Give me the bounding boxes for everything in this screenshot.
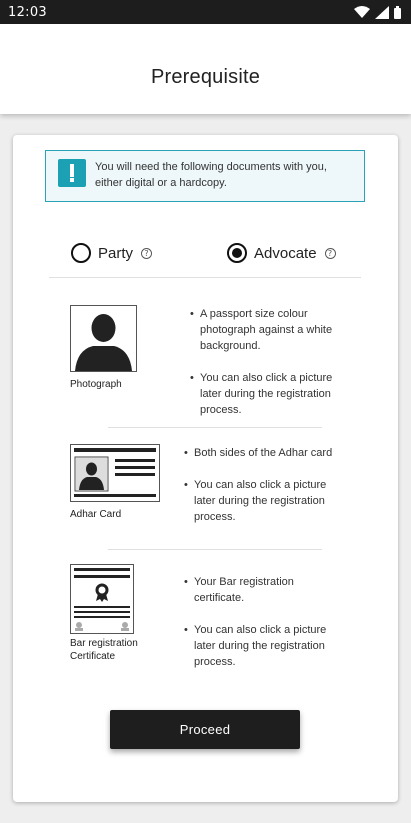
help-icon[interactable]: ? (324, 247, 336, 259)
adhar-card-requirements: Both sides of the Adhar card You can als… (184, 445, 344, 541)
status-time: 12:03 (8, 4, 47, 20)
radio-advocate[interactable]: Advocate ? (227, 243, 336, 263)
doc-label-bar-certificate: Bar registration Certificate (70, 638, 138, 662)
help-icon[interactable]: ? (141, 247, 153, 259)
list-item: A passport size colour photograph agains… (190, 306, 350, 354)
list-item: Your Bar registration certificate. (184, 574, 344, 606)
status-bar: 12:03 (0, 0, 411, 24)
photograph-requirements: A passport size colour photograph agains… (190, 306, 350, 434)
list-item: You can also click a picture later durin… (184, 477, 344, 525)
battery-icon (394, 5, 401, 19)
radio-label-party[interactable]: Party (98, 245, 133, 262)
radio-circle-party[interactable] (71, 243, 91, 263)
id-card-icon (70, 444, 160, 502)
page-title: Prerequisite (150, 65, 261, 88)
proceed-button[interactable]: Proceed (110, 710, 300, 749)
certificate-icon (70, 564, 134, 634)
divider (108, 549, 322, 550)
list-item: Both sides of the Adhar card (184, 445, 344, 461)
divider (108, 427, 322, 428)
radio-circle-advocate[interactable] (227, 243, 247, 263)
list-item: You can also click a picture later durin… (190, 370, 350, 418)
prerequisite-card: You will need the following documents wi… (13, 135, 398, 802)
radio-party[interactable]: Party ? (71, 243, 153, 263)
notice-text: You will need the following documents wi… (95, 161, 327, 189)
radio-label-advocate[interactable]: Advocate (254, 245, 317, 262)
bar-certificate-requirements: Your Bar registration certificate. You c… (184, 574, 344, 686)
signal-icon (375, 5, 389, 19)
app-bar: Prerequisite (0, 24, 411, 114)
list-item: You can also click a picture later durin… (184, 622, 344, 670)
exclamation-icon (58, 159, 86, 187)
divider (49, 277, 361, 278)
documents-notice: You will need the following documents wi… (45, 150, 365, 202)
status-icons (354, 5, 401, 19)
doc-label-photograph: Photograph (70, 379, 122, 390)
doc-label-adhar-card: Adhar Card (70, 509, 122, 520)
wifi-icon (354, 6, 370, 18)
person-silhouette-icon (70, 305, 137, 372)
